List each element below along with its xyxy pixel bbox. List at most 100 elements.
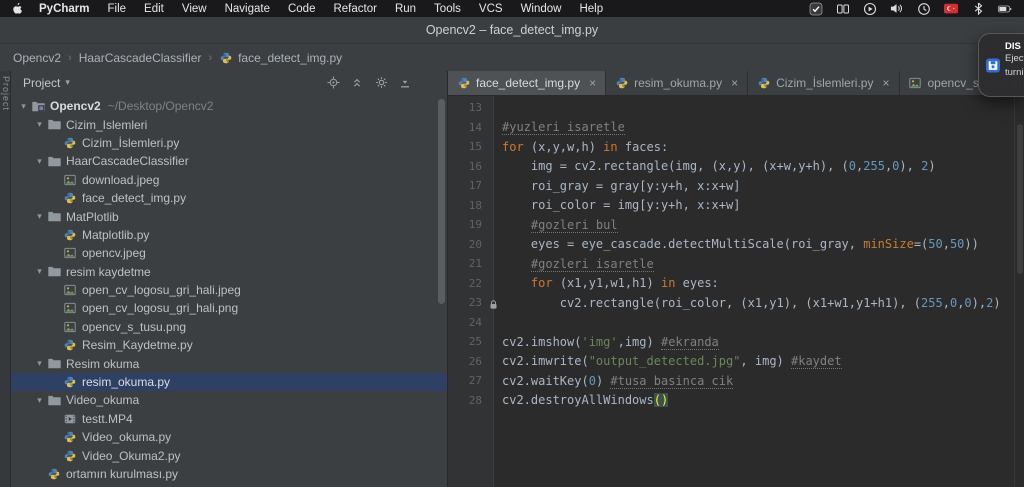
tree-item-opencv2[interactable]: ▾Opencv2~/Desktop/Opencv2 — [11, 97, 447, 115]
tree-item-label: testt.MP4 — [82, 412, 133, 426]
tree-item-label: HaarCascadeClassifier — [66, 154, 189, 168]
tree-item-label: resim_okuma.py — [82, 375, 170, 389]
tree-item-ortam-n-kurulmas-py[interactable]: ortamın kurulması.py — [11, 465, 447, 483]
menu-run[interactable]: Run — [386, 3, 425, 15]
tree-item-haarcascadeclassifier[interactable]: ▾ HaarCascadeClassifier — [11, 152, 447, 170]
code-text: cv2.destroyAllWindows() — [494, 393, 668, 407]
tree-item-open-cv-logosu-gri-hali-png[interactable]: open_cv_logosu_gri_hali.png — [11, 299, 447, 317]
chevron-expanded-icon[interactable]: ▾ — [34, 358, 45, 369]
tree-item-open-cv-logosu-gri-hali-jpeg[interactable]: open_cv_logosu_gri_hali.jpeg — [11, 281, 447, 299]
tree-item-external-libraries[interactable]: ▸External Libraries — [11, 483, 447, 487]
tree-item-resim-kaydetme[interactable]: ▾resim kaydetme — [11, 263, 447, 281]
tab-cizim-i-slemleri-py[interactable]: Cizim_İslemleri.py× — [748, 71, 899, 95]
tree-item-resim-okuma-py[interactable]: resim_okuma.py — [11, 373, 447, 391]
tool-strip-project-label[interactable]: Project — [0, 76, 11, 111]
chevron-down-icon[interactable]: ▾ — [65, 77, 70, 88]
tree-item-label: Opencv2 — [50, 99, 101, 113]
tree-item-cizim-islemleri[interactable]: ▾Cizim_Islemleri — [11, 115, 447, 133]
tab-face-detect-img-py[interactable]: face_detect_img.py× — [448, 71, 606, 95]
menu-vcs[interactable]: VCS — [470, 3, 512, 15]
menu-refactor[interactable]: Refactor — [324, 3, 385, 15]
code-editor[interactable]: 1314#yuzleri isaretle15for (x,y,w,h) in … — [448, 96, 1024, 487]
code-text: for (x,y,w,h) in faces: — [494, 140, 668, 154]
menu-file[interactable]: File — [99, 3, 136, 15]
menu-edit[interactable]: Edit — [135, 3, 173, 15]
menu-help[interactable]: Help — [570, 3, 612, 15]
code-line: 21 #gozleri isaretle — [448, 254, 1024, 274]
history-clock-icon[interactable] — [917, 2, 931, 16]
close-icon[interactable]: × — [882, 76, 889, 90]
menu-window[interactable]: Window — [512, 3, 571, 15]
chevron-expanded-icon[interactable]: ▾ — [34, 266, 45, 277]
image-icon — [63, 321, 77, 333]
tree-item-opencv-s-tusu-png[interactable]: opencv_s_tusu.png — [11, 318, 447, 336]
tree-item-cizim-i-slemleri-py[interactable]: Cizim_İslemleri.py — [11, 134, 447, 152]
tree-item-label: MatPlotlib — [66, 210, 119, 224]
notification-line: turnin — [1005, 66, 1024, 80]
chevron-expanded-icon[interactable]: ▾ — [34, 156, 45, 167]
tree-item-download-jpeg[interactable]: download.jpeg — [11, 171, 447, 189]
settings-gear-icon[interactable] — [369, 76, 393, 89]
tree-item-resim-okuma[interactable]: ▾ Resim okuma — [11, 354, 447, 372]
code-line: 18 roi_color = img[y:y+h, x:x+w] — [448, 196, 1024, 216]
chevron-expanded-icon[interactable]: ▾ — [34, 119, 45, 130]
breadcrumb-item-opencv2[interactable]: Opencv2 — [13, 51, 61, 65]
tree-item-face-detect-img-py[interactable]: face_detect_img.py — [11, 189, 447, 207]
project-panel: Project ▾ ▾Opencv2~/Desktop/Opencv2▾Cizi… — [11, 71, 448, 487]
menu-pycharm[interactable]: PyCharm — [30, 3, 99, 15]
menu-view[interactable]: View — [173, 3, 216, 15]
window-tiles-icon[interactable] — [836, 3, 850, 15]
chevron-expanded-icon[interactable]: ▾ — [34, 395, 45, 406]
chevron-expanded-icon[interactable]: ▾ — [34, 211, 45, 222]
apple-icon[interactable] — [10, 2, 24, 15]
code-line: 24 — [448, 313, 1024, 333]
editor-scrollbar[interactable] — [1014, 96, 1024, 487]
apple-menu-icon[interactable] — [10, 2, 24, 15]
project-panel-scrollbar[interactable] — [438, 99, 445, 304]
volume-icon[interactable] — [890, 2, 904, 15]
python-icon — [63, 339, 77, 351]
tree-item-opencv-jpeg[interactable]: opencv.jpeg — [11, 244, 447, 262]
disk-icon — [986, 41, 1000, 89]
chevron-expanded-icon[interactable]: ▾ — [18, 101, 29, 112]
code-text: #gozleri bul — [494, 218, 618, 232]
macos-notification[interactable]: DIS Eject turnin — [978, 33, 1024, 97]
tree-item-video-okuma[interactable]: ▾Video_okuma — [11, 391, 447, 409]
close-icon[interactable]: × — [731, 76, 738, 90]
breadcrumb-item-face-detect-img-py[interactable]: face_detect_img.py — [219, 51, 342, 65]
folder-icon — [47, 119, 61, 130]
tree-item-video-okuma-py[interactable]: Video_okuma.py — [11, 428, 447, 446]
code-line: 28cv2.destroyAllWindows() — [448, 391, 1024, 411]
turkish-flag-icon[interactable] — [944, 3, 958, 14]
tree-item-label: open_cv_logosu_gri_hali.png — [82, 301, 238, 315]
code-text: cv2.imshow('img',img) #ekranda — [494, 335, 719, 349]
menu-navigate[interactable]: Navigate — [216, 3, 279, 15]
close-icon[interactable]: × — [589, 76, 596, 90]
checkbox-app-icon[interactable] — [809, 2, 823, 16]
play-circle-icon[interactable] — [863, 2, 877, 16]
menu-tools[interactable]: Tools — [425, 3, 470, 15]
tab-resim-okuma-py[interactable]: resim_okuma.py× — [606, 71, 748, 95]
editor-scrollbar-thumb[interactable] — [1017, 124, 1023, 274]
code-line: 26cv2.imwrite("output_detected.jpg", img… — [448, 352, 1024, 372]
tree-item-matplotlib[interactable]: ▾ MatPlotlib — [11, 207, 447, 225]
locate-icon[interactable] — [321, 76, 345, 89]
battery-icon[interactable] — [998, 4, 1012, 14]
project-view-selector[interactable]: Project — [23, 76, 60, 90]
tree-item-video-okuma2-py[interactable]: Video_Okuma2.py — [11, 446, 447, 464]
tree-item-resim-kaydetme-py[interactable]: Resim_Kaydetme.py — [11, 336, 447, 354]
tree-item-matplotlib-py[interactable]: Matplotlib.py — [11, 226, 447, 244]
tree-item-label: opencv.jpeg — [82, 246, 146, 260]
tree-item-testt-mp4[interactable]: testt.MP4 — [11, 410, 447, 428]
breadcrumb-item-haarcascadeclassifier[interactable]: HaarCascadeClassifier — [79, 51, 202, 65]
menu-code[interactable]: Code — [279, 3, 325, 15]
tree-item-label: Resim okuma — [66, 357, 139, 371]
tree-item-label: face_detect_img.py — [82, 191, 186, 205]
bluetooth-icon[interactable] — [971, 2, 985, 15]
collapse-all-icon[interactable] — [345, 76, 369, 89]
image-icon — [63, 247, 77, 259]
image-icon — [63, 174, 77, 186]
code-text: #yuzleri isaretle — [494, 120, 625, 134]
line-number: 27 — [448, 374, 494, 387]
hide-panel-icon[interactable] — [393, 76, 417, 89]
